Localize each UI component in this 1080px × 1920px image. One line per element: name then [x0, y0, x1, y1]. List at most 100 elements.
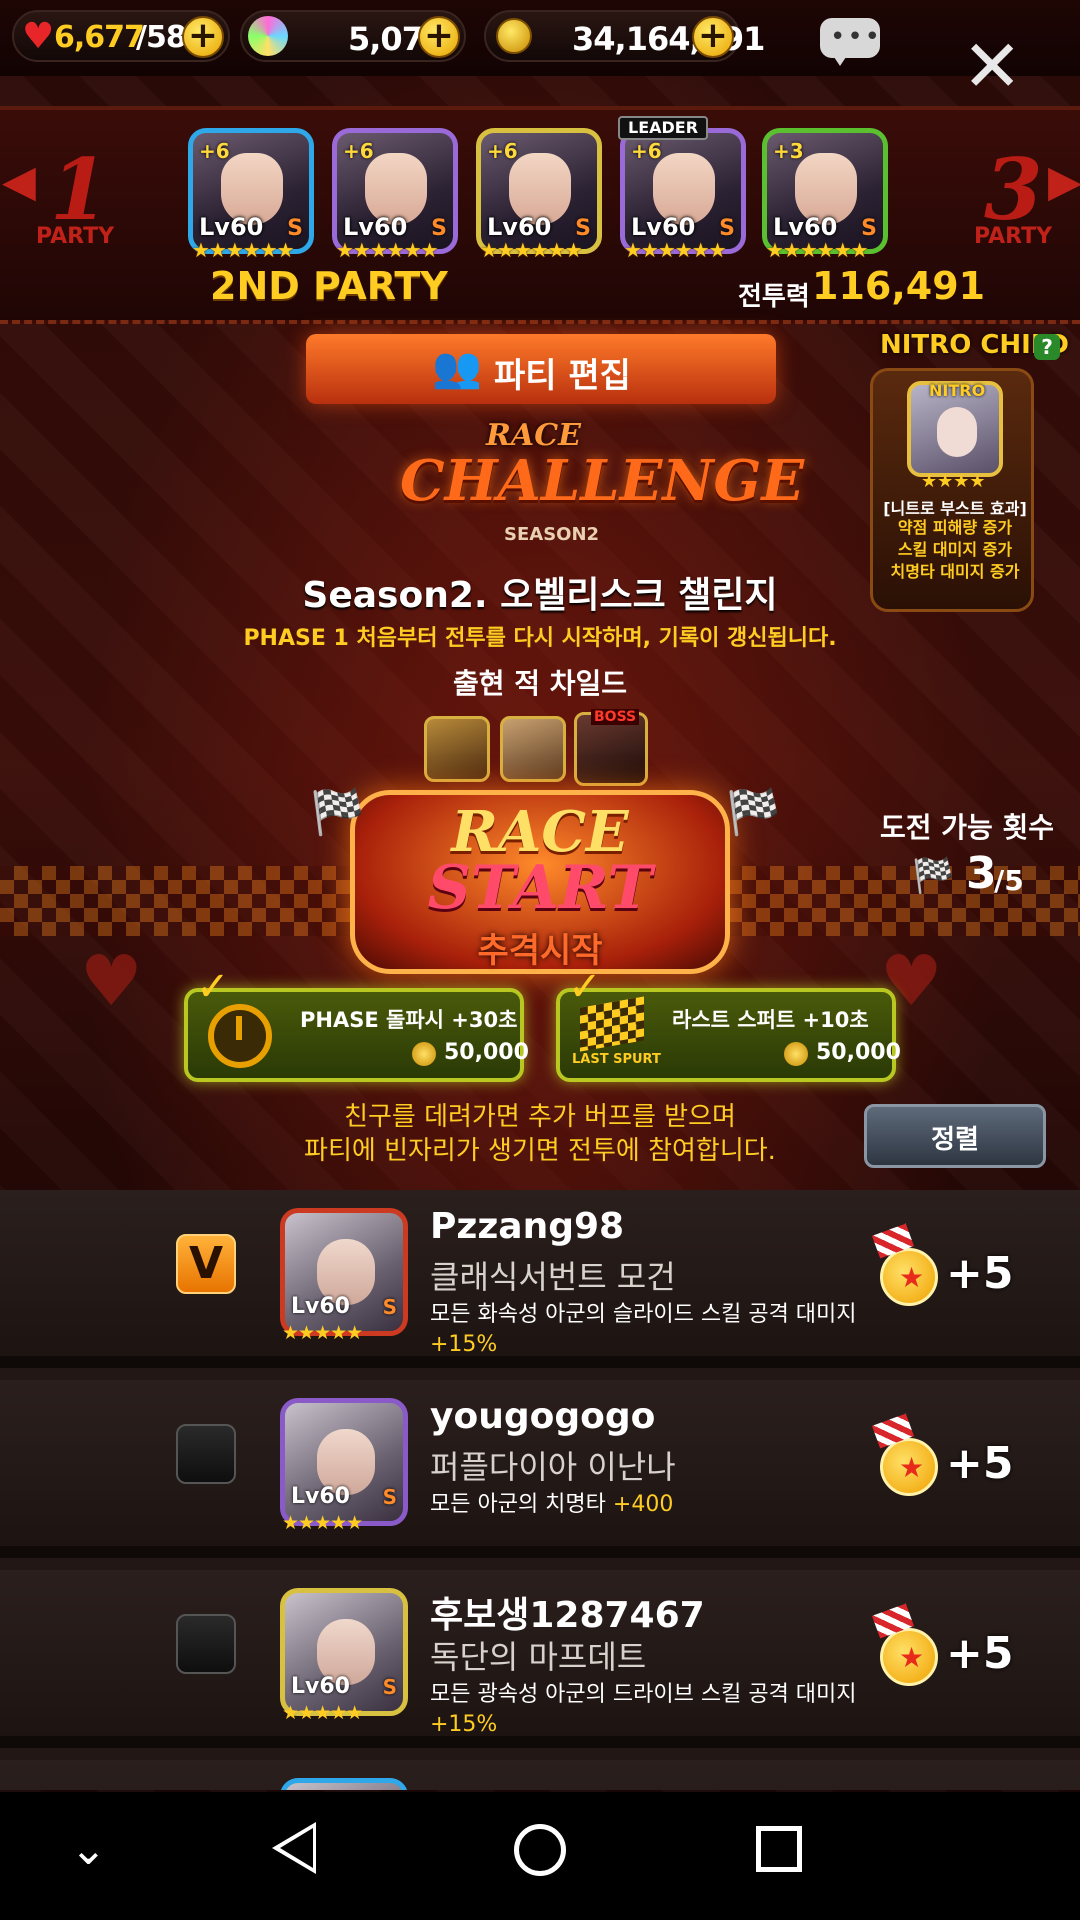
- nitro-effect-2: 스킬 대미지 증가: [897, 540, 1013, 559]
- friend-row[interactable]: Lv60 S ★★★★★ yougogogo 퍼플다이아 이난나 모든 아군의 치명타 +…: [0, 1380, 1080, 1558]
- chat-dots: •••: [830, 22, 883, 52]
- friend-row[interactable]: [0, 1760, 1080, 1790]
- friend-checkbox[interactable]: [176, 1614, 236, 1674]
- chat-icon[interactable]: •••: [820, 18, 883, 66]
- buff-phase-button[interactable]: ✓ PHASE 돌파시 +30초 50,000: [184, 964, 529, 1082]
- checkered-flag-left-icon: 🏁: [310, 787, 365, 838]
- gem-pill: 5,070 +: [240, 10, 466, 62]
- friend-child-name: 클래식서번트 모건: [430, 1258, 676, 1296]
- attempts-flag-icon: 🏁: [912, 856, 955, 896]
- member-level: Lv60: [773, 213, 838, 241]
- back-icon[interactable]: [272, 1822, 316, 1874]
- party-member-portrait[interactable]: +6 Lv60 S: [476, 128, 602, 254]
- party-member-portrait[interactable]: +6 Lv60 S: [620, 128, 746, 254]
- next-party-arrow-icon[interactable]: ▶: [1048, 156, 1080, 207]
- gold-value: 34,164,891: [572, 20, 765, 58]
- add-gold-button[interactable]: +: [692, 16, 734, 58]
- member-stars: ★★★★★★: [336, 238, 439, 262]
- friendship-reward: +5: [946, 1438, 1014, 1489]
- friend-name: yougogogo: [430, 1396, 656, 1437]
- checkered-flag-right-icon: 🏁: [726, 787, 781, 838]
- party-strip: ◀ 1 PARTY ▶ 3 PARTY +6 Lv60 S ★★★★★★ +6 Lv60 S…: [0, 106, 1080, 324]
- gem-icon: [248, 16, 288, 56]
- nitro-face: [937, 407, 977, 457]
- check-icon: ✓: [196, 964, 230, 1010]
- friendship-reward: +5: [946, 1248, 1014, 1299]
- nitro-stars: ★★★★: [921, 471, 986, 492]
- avatar-level: Lv60: [291, 1674, 350, 1699]
- edit-party-button[interactable]: 👥 파티 편집: [306, 334, 776, 404]
- stopwatch-hand: [236, 1016, 242, 1040]
- attempts-max: /5: [994, 864, 1024, 897]
- friend-child-avatar: [280, 1778, 408, 1790]
- game-screen: { "resources": { "stamina": "6,677", "st…: [0, 0, 1080, 1920]
- prev-party-arrow-icon[interactable]: ◀: [2, 156, 36, 207]
- attempts-label: 도전 가능 횟수: [880, 811, 1055, 844]
- member-stars: ★★★★★★: [480, 238, 583, 262]
- avatar-stars: ★★★★★: [282, 1702, 363, 1724]
- enemy-portrait-1[interactable]: [424, 716, 490, 782]
- friend-child-name: 퍼플다이아 이난나: [430, 1448, 676, 1486]
- friend-buff-desc: 모든 화속성 아군의 슬라이드 스킬 공격 대미지 +15%: [430, 1300, 930, 1360]
- friendship-medal-icon: ★: [880, 1248, 938, 1306]
- friend-note-line2: 파티에 빈자리가 생기면 전투에 참여합니다.: [304, 1136, 776, 1166]
- stamina-pill: ♥ 6,677 /584 +: [12, 10, 230, 62]
- party-member-portrait[interactable]: +3 Lv60 S: [762, 128, 888, 254]
- recents-icon[interactable]: [756, 1826, 802, 1872]
- member-plus: +6: [487, 139, 518, 163]
- avatar-level: Lv60: [291, 1484, 350, 1509]
- member-stars: ★★★★★★: [624, 238, 727, 262]
- party-member-portrait[interactable]: +6 Lv60 S: [332, 128, 458, 254]
- last-spurt-caption: LAST SPURT: [572, 1052, 661, 1067]
- nitro-effect-title: [니트로 부스트 효과]: [883, 499, 1027, 518]
- resource-bar: ♥ 6,677 /584 + 5,070 + 34,164,891 + ••• …: [0, 0, 1080, 102]
- buff-lastspurt-cost: 50,000: [816, 1040, 901, 1065]
- party-member-portrait[interactable]: +6 Lv60 S: [188, 128, 314, 254]
- race-start-sub: 추격시작: [477, 931, 603, 971]
- attempts-current: 3: [966, 848, 997, 899]
- nitro-effect-1: 약점 피해량 증가: [897, 518, 1013, 537]
- enemy-portrait-boss[interactable]: BOSS: [574, 709, 648, 786]
- add-gems-button[interactable]: +: [418, 16, 460, 58]
- close-icon[interactable]: ✕: [962, 30, 1022, 102]
- stamina-value: 6,677: [54, 20, 145, 55]
- buff-lastspurt-title: 라스트 스퍼트 +10초: [672, 1008, 869, 1032]
- buff-desc-text: 모든 아군의 치명타: [430, 1492, 606, 1517]
- check-icon: ✓: [568, 964, 602, 1010]
- friendship-reward: +5: [946, 1628, 1014, 1679]
- avatar-rank: S: [382, 1675, 397, 1699]
- friend-name: 후보생1287467: [430, 1595, 705, 1636]
- nitro-portrait: NITRO: [907, 381, 1003, 477]
- friend-checkbox[interactable]: V: [176, 1234, 236, 1294]
- enemy-portrait-2[interactable]: [500, 716, 566, 782]
- avatar-rank: S: [382, 1295, 397, 1319]
- logo-line2: CHALLENGE: [400, 448, 805, 514]
- gold-coin-icon: [784, 1042, 808, 1066]
- next-party-label: PARTY: [974, 224, 1053, 249]
- race-start-button[interactable]: RACE START 추격시작: [350, 790, 730, 974]
- friend-child-name: 독단의 마프데트: [430, 1638, 647, 1676]
- home-icon[interactable]: [514, 1824, 566, 1876]
- friend-checkbox[interactable]: [176, 1424, 236, 1484]
- system-nav-bar: ⌄: [0, 1792, 1080, 1920]
- member-level: Lv60: [343, 213, 408, 241]
- friend-row[interactable]: Lv60 S ★★★★★ 후보생1287467 독단의 마프데트모든 광속성 아군의 드…: [0, 1570, 1080, 1748]
- buff-desc-text: 모든 광속성 아군의 드라이브 스킬 공격 대미지: [430, 1682, 857, 1707]
- chevron-down-icon[interactable]: ⌄: [70, 1824, 107, 1875]
- buff-desc-text: 모든 화속성 아군의 슬라이드 스킬 공격 대미지: [430, 1302, 857, 1327]
- back-icon-inner: [280, 1828, 313, 1868]
- friend-row[interactable]: V Lv60 S ★★★★★ Pzzang98 클래식서번트 모건 모든 화속성 아군의 슬…: [0, 1190, 1080, 1368]
- leader-tag: LEADER: [618, 116, 709, 140]
- add-stamina-button[interactable]: +: [182, 16, 224, 58]
- chat-tail: [832, 54, 848, 66]
- member-stars: ★★★★★★: [192, 238, 295, 262]
- help-icon[interactable]: ?: [1034, 334, 1060, 360]
- buff-desc-value: +400: [612, 1492, 674, 1517]
- sort-button[interactable]: 정렬: [864, 1104, 1046, 1168]
- buff-lastspurt-button[interactable]: ✓ LAST SPURT 라스트 스퍼트 +10초 50,000: [556, 964, 901, 1082]
- buff-desc-value: +15%: [430, 1712, 498, 1737]
- medal-star-icon: ★: [899, 1261, 925, 1294]
- gold-pill: 34,164,891 +: [484, 10, 765, 62]
- avatar-stars: ★★★★★: [282, 1512, 363, 1534]
- friend-child-avatar: Lv60 S: [280, 1588, 408, 1716]
